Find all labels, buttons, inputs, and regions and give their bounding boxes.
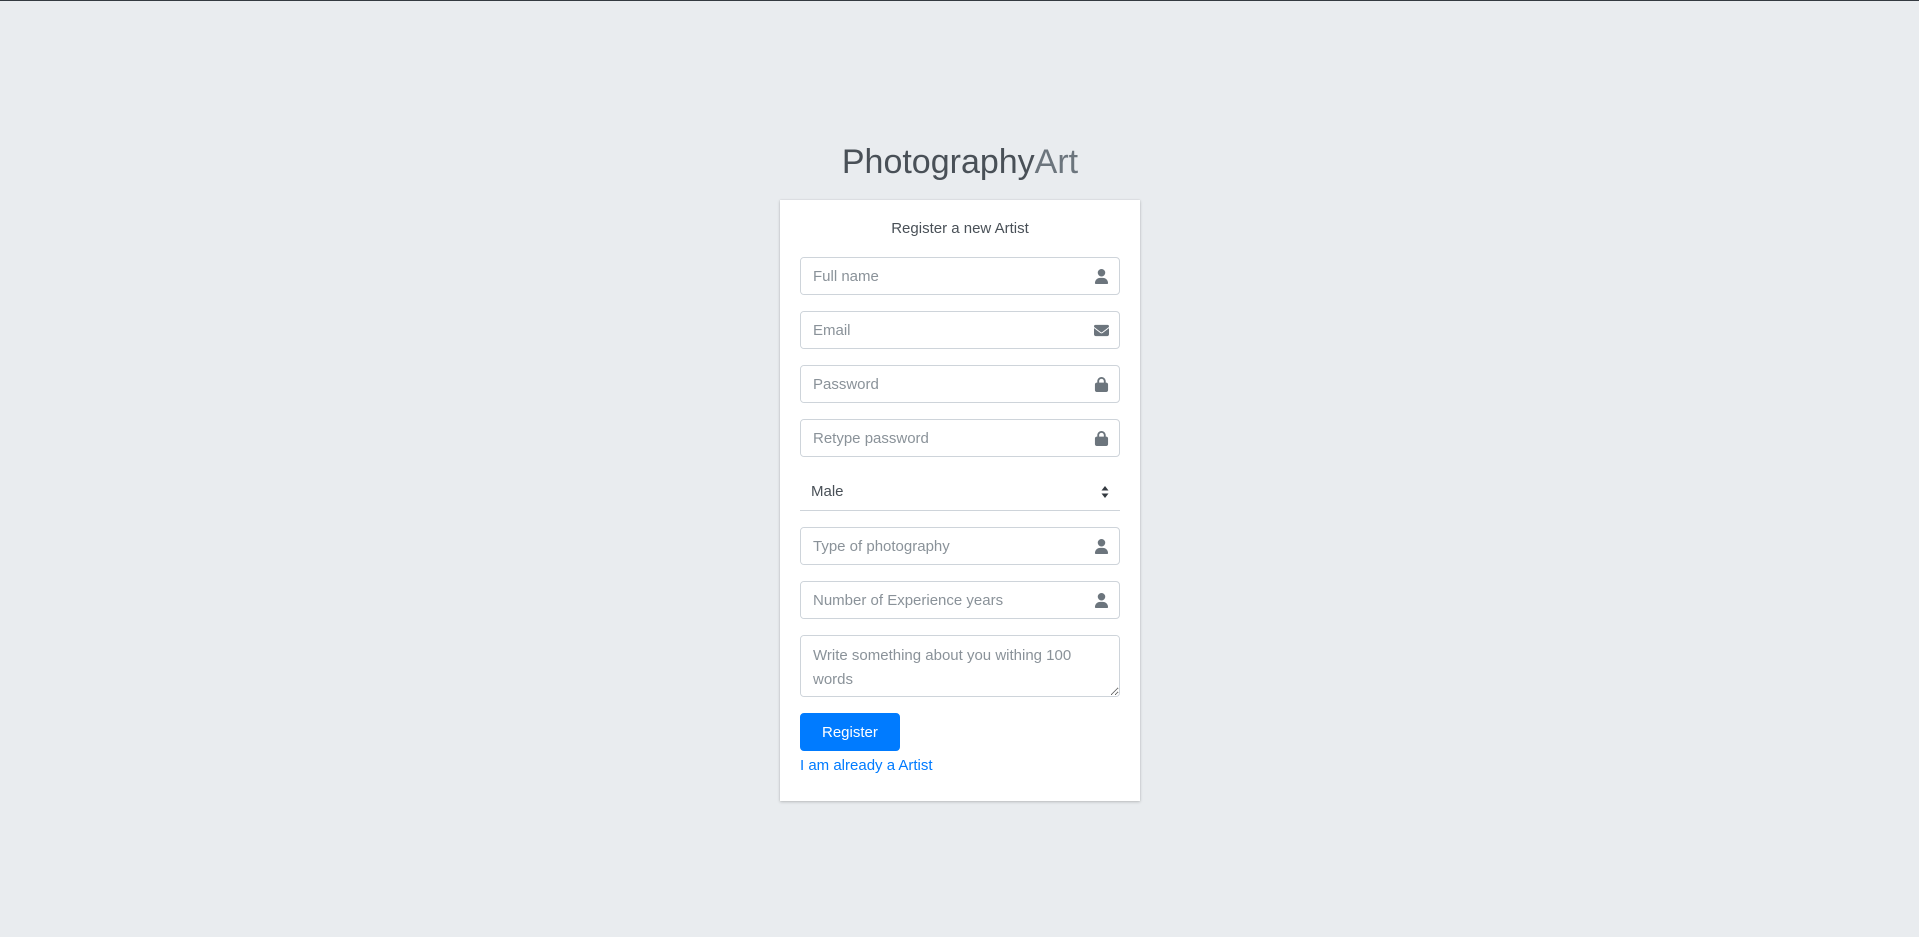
full-name-input[interactable] [801, 258, 1083, 294]
top-border [0, 0, 1919, 1]
experience-years-group [800, 581, 1120, 619]
brand-logo[interactable]: PhotographyArt [780, 140, 1140, 200]
user-icon [1083, 582, 1119, 618]
password-group [800, 365, 1120, 403]
user-icon [1083, 258, 1119, 294]
envelope-icon [1083, 312, 1119, 348]
lock-icon [1083, 420, 1119, 456]
retype-password-input[interactable] [801, 420, 1083, 456]
user-icon [1083, 528, 1119, 564]
email-group [800, 311, 1120, 349]
already-artist-link[interactable]: I am already a Artist [800, 755, 1120, 777]
gender-select[interactable]: Male [800, 473, 1120, 510]
register-card: Register a new Artist Full name Email Ma… [780, 200, 1140, 801]
full-name-group [800, 257, 1120, 295]
about-textarea[interactable] [800, 635, 1120, 697]
password-input[interactable] [801, 366, 1083, 402]
email-input[interactable] [801, 312, 1083, 348]
register-button[interactable]: Register [800, 713, 900, 751]
gender-select-wrap: Male [800, 473, 1120, 511]
brand-name-light: Art [1034, 143, 1079, 181]
brand-name-bold: Photography [841, 143, 1035, 181]
form-title: Register a new Artist [891, 220, 1029, 237]
register-box: PhotographyArt Register a new Artist Ful… [780, 140, 1140, 801]
lock-icon [1083, 366, 1119, 402]
experience-years-input[interactable] [801, 582, 1083, 618]
photography-type-group [800, 527, 1120, 565]
retype-password-group [800, 419, 1120, 457]
photography-type-input[interactable] [801, 528, 1083, 564]
